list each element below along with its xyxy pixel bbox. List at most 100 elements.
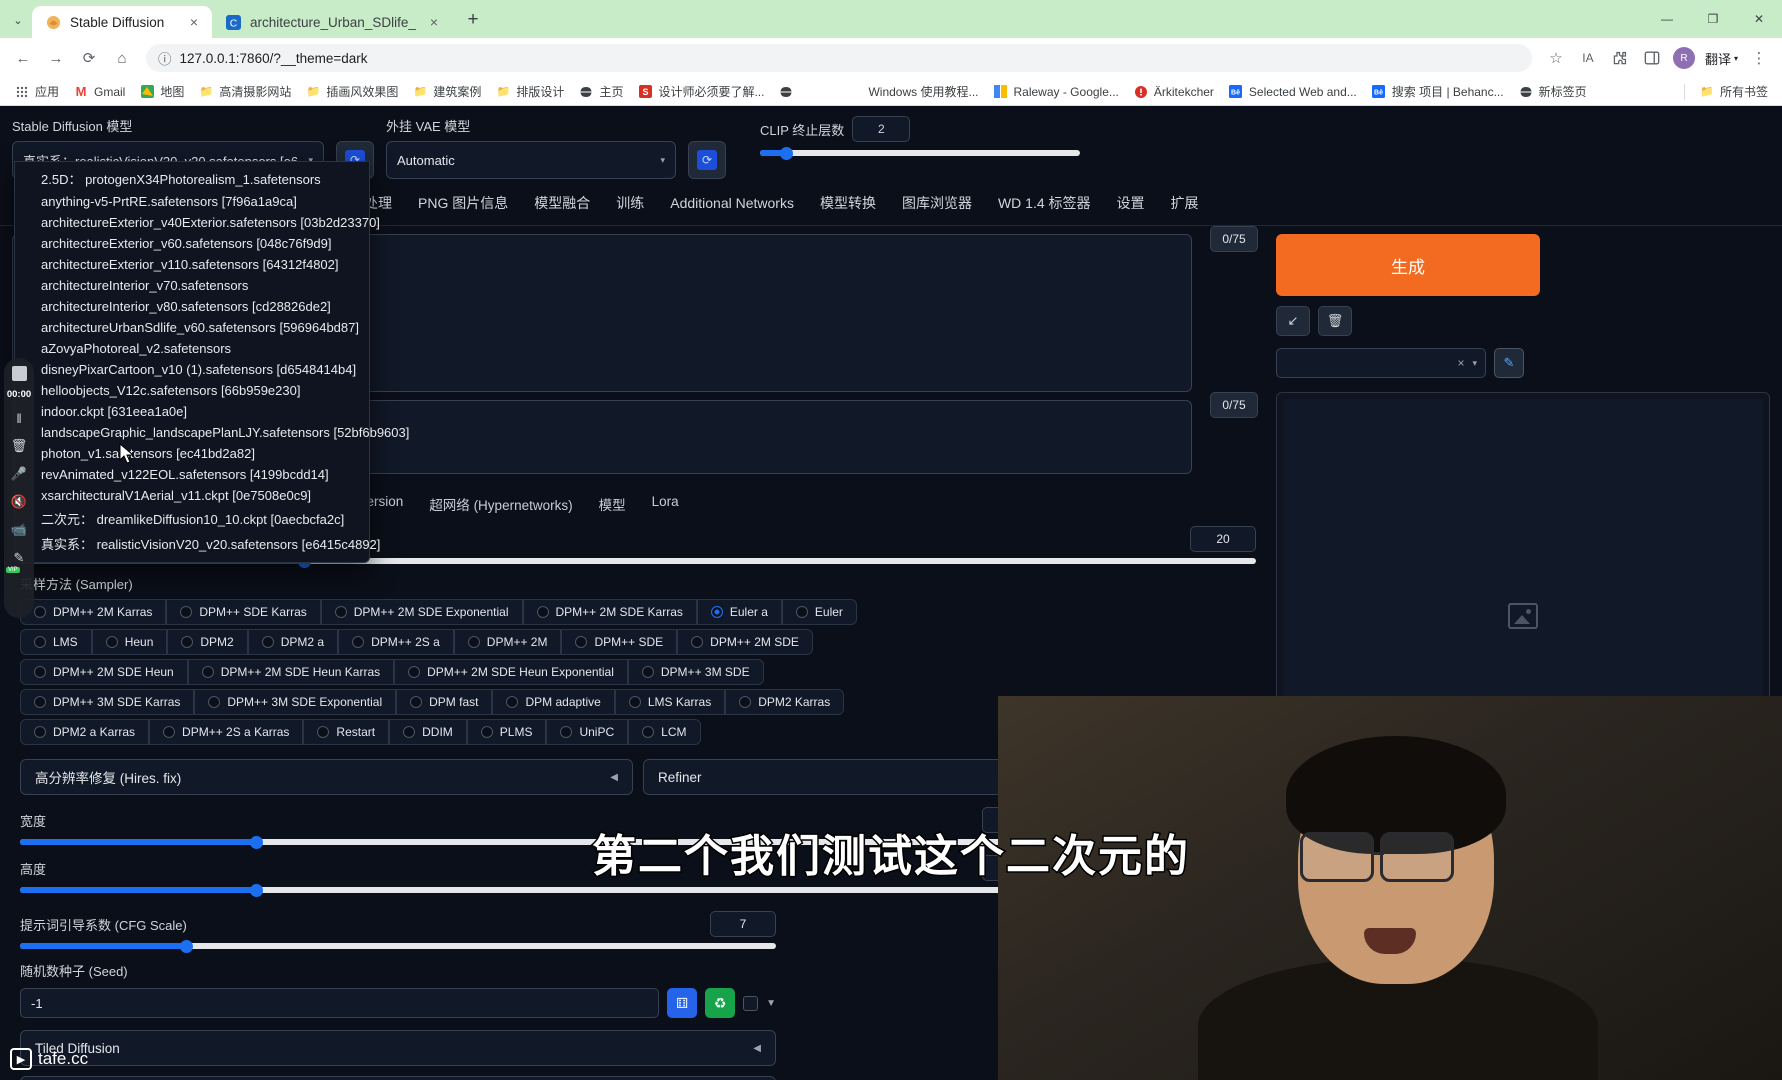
seed-input[interactable]: -1 [20, 988, 660, 1018]
model-option[interactable]: anything-v5-PrtRE.safetensors [7f96a1a9c… [15, 191, 369, 212]
sampler-option[interactable]: DPM++ 2S a Karras [149, 719, 304, 745]
refresh-vae-button[interactable]: ⟳ [688, 141, 726, 179]
height-slider[interactable] [20, 883, 1048, 897]
model-option[interactable]: revAnimated_v122EOL.safetensors [4199bcd… [15, 464, 369, 485]
sampler-option[interactable]: DPM2 a Karras [20, 719, 150, 745]
camera-icon[interactable]: 📹 [9, 520, 29, 540]
model-option[interactable]: architectureExterior_v110.safetensors [6… [15, 254, 369, 275]
sampler-option[interactable]: DPM adaptive [492, 689, 615, 715]
sd-model-option-list[interactable]: 2.5D： protogenX34Photorealism_1.safetens… [14, 161, 409, 563]
bookmark-item[interactable] [772, 82, 805, 102]
sampler-option[interactable]: DPM++ 2M SDE Exponential [320, 599, 523, 625]
vae-model-dropdown[interactable]: Automatic ▾ [386, 141, 676, 179]
sampler-option[interactable]: DDIM [389, 719, 467, 745]
clip-skip-slider[interactable] [760, 146, 1080, 160]
clip-skip-value[interactable]: 2 [852, 116, 911, 142]
cfg-scale-value[interactable]: 7 [710, 911, 776, 937]
bookmark-item[interactable]: 应用 [8, 81, 65, 102]
sampler-option[interactable]: Euler [781, 599, 857, 625]
browser-menu-icon[interactable]: ⋮ [1744, 43, 1774, 73]
tiled-diffusion-accordion[interactable]: Tiled Diffusion ◀ [20, 1030, 776, 1066]
tab-wd-tagger[interactable]: WD 1.4 标签器 [998, 189, 1091, 217]
bookmark-item[interactable]: 📁 插画风效果图 [299, 81, 404, 102]
model-option[interactable]: architectureUrbanSdlife_v60.safetensors … [15, 317, 369, 338]
sampler-option[interactable]: DPM++ 2M SDE Heun Exponential [394, 659, 628, 685]
sampler-option[interactable]: DPM++ SDE [561, 629, 678, 655]
tab-hypernetworks[interactable]: 超网络 (Hypernetworks) [429, 494, 572, 514]
steps-value[interactable]: 20 [1190, 526, 1256, 552]
mute-speaker-icon[interactable]: 🔇 [9, 492, 29, 512]
tab-extensions[interactable]: 扩展 [1171, 189, 1199, 217]
styles-select[interactable]: × ▾ [1276, 348, 1486, 378]
sampler-option[interactable]: DPM++ SDE Karras [166, 599, 321, 625]
sampler-option[interactable]: LMS [20, 629, 92, 655]
model-option-erciyuan[interactable]: 二次元： dreamlikeDiffusion10_10.ckpt [0aecb… [15, 506, 369, 531]
sampler-option[interactable]: DPM++ 2M SDE Heun [20, 659, 188, 685]
sidebar-icon[interactable] [1637, 43, 1667, 73]
tab-search-button[interactable]: ⌄ [4, 5, 32, 35]
model-option[interactable]: architectureInterior_v80.safetensors [cd… [15, 296, 369, 317]
microphone-icon[interactable]: 🎤 [9, 464, 29, 484]
sampler-option[interactable]: DPM2 Karras [725, 689, 845, 715]
expand-seed-options-icon[interactable]: ▼ [766, 998, 776, 1009]
edit-styles-button[interactable]: ✎ [1494, 348, 1524, 378]
model-option[interactable]: aZovyaPhotoreal_v2.safetensors [15, 338, 369, 359]
sampler-option[interactable]: DPM++ 2M Karras [20, 599, 167, 625]
sampler-option[interactable]: Heun [91, 629, 168, 655]
tab-model-converter[interactable]: 模型转换 [820, 189, 876, 217]
bookmark-item[interactable]: 📁 排版设计 [489, 81, 570, 102]
browser-tab-stable-diffusion[interactable]: Stable Diffusion × [32, 6, 212, 38]
bookmark-item[interactable]: S 设计师必须要了解... [631, 81, 770, 102]
new-tab-button[interactable]: + [458, 5, 488, 35]
avatar[interactable]: R [1669, 43, 1699, 73]
sampler-option[interactable]: DPM fast [396, 689, 493, 715]
close-window-button[interactable]: ✕ [1736, 0, 1782, 38]
tab-checkpoints[interactable]: 模型 [599, 494, 626, 514]
sampler-option[interactable]: DPM++ 2M SDE Karras [522, 599, 697, 625]
sampler-option[interactable]: DPM++ 2S a [338, 629, 454, 655]
screen-recorder-toolbar[interactable]: 00:00 ‖ 🗑 🎤 🔇 📹 ✎ VIP [4, 358, 34, 618]
close-icon[interactable]: × [425, 13, 443, 31]
sampler-option[interactable]: DPM++ 3M SDE Karras [20, 689, 195, 715]
stop-square-icon[interactable] [11, 366, 27, 381]
model-option[interactable]: architectureExterior_v60.safetensors [04… [15, 233, 369, 254]
generate-button[interactable]: 生成 [1276, 234, 1540, 296]
sampler-option[interactable]: LMS Karras [614, 689, 726, 715]
bookmark-item[interactable]: Bē 搜索 项目 | Behanc... [1365, 81, 1510, 102]
sampler-option[interactable]: DPM++ 2M SDE [677, 629, 813, 655]
bookmark-item[interactable]: 新标签页 [1512, 81, 1593, 102]
paste-prompt-button[interactable]: ↙ [1276, 306, 1310, 336]
cfg-scale-slider[interactable] [20, 939, 776, 953]
model-option[interactable]: xsarchitecturalV1Aerial_v11.ckpt [0e7508… [15, 485, 369, 506]
model-option-zhenshixi[interactable]: 真实系： realisticVisionV20_v20.safetensors … [15, 531, 380, 556]
sampler-option[interactable]: DPM++ 3M SDE Exponential [194, 689, 397, 715]
tiled-vae-accordion[interactable]: Tiled VAE ◀ [20, 1076, 776, 1080]
bookmark-item[interactable]: 📁 高清摄影网站 [192, 81, 297, 102]
bookmark-item[interactable]: 主页 [572, 81, 629, 102]
maximize-button[interactable]: ❐ [1690, 0, 1736, 38]
seed-dice-button[interactable]: ⚅ [667, 988, 698, 1018]
tab-train[interactable]: 训练 [616, 189, 644, 217]
forward-icon[interactable]: → [41, 43, 71, 73]
sampler-option-euler-a[interactable]: Euler a [696, 599, 782, 625]
bookmark-star-icon[interactable]: ☆ [1541, 43, 1571, 73]
model-option[interactable]: disneyPixarCartoon_v10 (1).safetensors [… [15, 359, 369, 380]
extra-seed-checkbox[interactable] [743, 995, 759, 1011]
sampler-option[interactable]: Restart [303, 719, 390, 745]
site-info-icon[interactable]: ⓘ [158, 48, 172, 68]
translate-button[interactable]: 翻译 ▾ [1701, 49, 1742, 68]
bookmark-item[interactable]: Raleway - Google... [987, 82, 1125, 102]
extensions-puzzle-icon[interactable] [1605, 43, 1635, 73]
browser-tab-architecture[interactable]: C architecture_Urban_SDlife_C × [212, 6, 452, 38]
sampler-option[interactable]: DPM2 [167, 629, 248, 655]
bookmark-item[interactable]: 地图 [133, 81, 190, 102]
hires-fix-accordion[interactable]: 高分辨率修复 (Hires. fix) ◀ [20, 759, 633, 795]
tab-additional-networks[interactable]: Additional Networks [670, 191, 794, 215]
bookmark-item[interactable]: 📁 建筑案例 [406, 81, 487, 102]
home-icon[interactable]: ⌂ [107, 43, 137, 73]
model-option[interactable]: architectureInterior_v70.safetensors [15, 275, 369, 296]
tab-checkpoint-merger[interactable]: 模型融合 [534, 189, 590, 217]
minimize-button[interactable]: — [1644, 0, 1690, 38]
sampler-option[interactable]: DPM++ 2M SDE Heun Karras [187, 659, 395, 685]
address-bar[interactable]: ⓘ 127.0.0.1:7860/?__theme=dark [146, 44, 1532, 72]
